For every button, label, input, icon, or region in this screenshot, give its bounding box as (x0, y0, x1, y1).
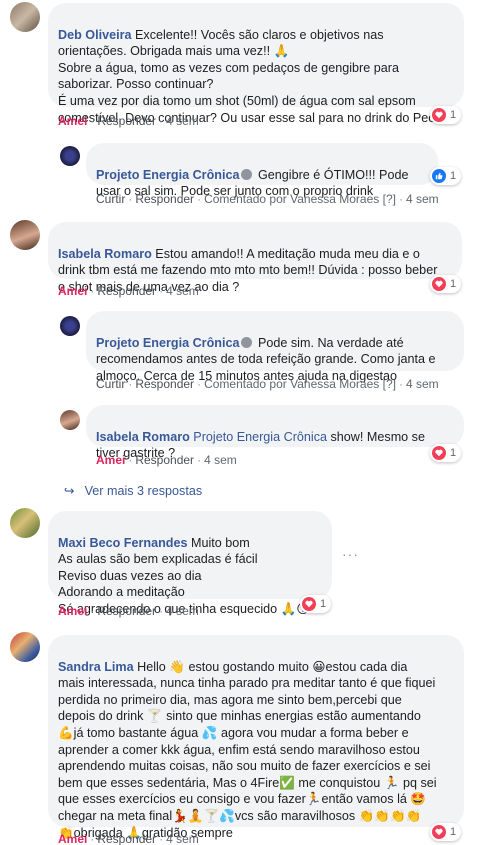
avatar[interactable] (60, 316, 80, 336)
reply-arrow-icon: ↪ (64, 484, 75, 498)
timestamp[interactable]: 4 sem (166, 832, 199, 845)
reaction-count[interactable]: 1 (430, 275, 462, 293)
reply-button[interactable]: Responder (97, 604, 156, 618)
comment-author[interactable]: Isabela Romaro (96, 430, 190, 444)
timestamp[interactable]: 4 sem (406, 192, 439, 206)
avatar[interactable] (10, 2, 40, 32)
avatar[interactable] (60, 146, 80, 166)
like-button[interactable]: Curtir (96, 377, 125, 391)
reaction-count[interactable]: 1 (430, 167, 462, 185)
reply-button[interactable]: Responder (97, 284, 156, 298)
reply-button[interactable]: Responder (97, 114, 156, 128)
reaction-count[interactable]: 1 (430, 444, 462, 462)
comment-bubble: Maxi Beco Fernandes Muito bom As aulas s… (48, 511, 332, 616)
reaction-count[interactable]: 1 (430, 823, 462, 841)
timestamp[interactable]: 4 sem (166, 114, 199, 128)
comment-author[interactable]: Sandra Lima (58, 660, 134, 674)
comment-author[interactable]: Maxi Beco Fernandes (58, 536, 187, 550)
verified-icon (241, 168, 253, 180)
comment-bubble: Isabela Romaro Projeto Energia Crônica s… (86, 405, 464, 460)
comment-bubble: Projeto Energia Crônica Gengibre é ÓTIMO… (86, 143, 438, 198)
avatar[interactable] (10, 632, 40, 662)
love-reaction-button[interactable]: Amei (58, 832, 87, 845)
comment-actions: Curtir · Responder · Comentado por Vanessa M… (96, 377, 439, 391)
like-button[interactable]: Curtir (96, 192, 125, 206)
comment-actions: Curtir · Responder · Comentado por Vanessa M… (96, 192, 439, 206)
love-reaction-button[interactable]: Amei (96, 453, 125, 467)
mention-link[interactable]: Projeto Energia Crônica (190, 430, 327, 444)
love-reaction-button[interactable]: Amei (58, 604, 87, 618)
commented-by[interactable]: Comentado por Vanessa Moraes [?] (204, 377, 396, 391)
love-reaction-button[interactable]: Amei (58, 284, 87, 298)
timestamp[interactable]: 4 sem (166, 604, 199, 618)
comment-bubble: Isabela Romaro Estou amando!! A meditaçã… (48, 222, 462, 294)
heart-icon (432, 277, 446, 291)
comment-actions: Amei · Responder · 4 sem (58, 114, 199, 128)
heart-icon (302, 597, 316, 611)
comment-author[interactable]: Isabela Romaro (58, 247, 152, 261)
comment-bubble: Projeto Energia Crônica Pode sim. Na ver… (86, 311, 464, 383)
comment-author[interactable]: Deb Oliveira (58, 28, 132, 42)
heart-icon (432, 825, 446, 839)
reply-button[interactable]: Responder (135, 192, 194, 206)
comment-actions: Amei · Responder · 4 sem (96, 453, 237, 467)
reply-button[interactable]: Responder (97, 832, 156, 845)
verified-icon (241, 336, 253, 348)
timestamp[interactable]: 4 sem (406, 377, 439, 391)
comment-text: Excelente!! Vocês são claros e objetivos… (58, 27, 442, 125)
comment-author[interactable]: Projeto Energia Crônica (96, 168, 239, 182)
avatar[interactable] (10, 220, 40, 250)
commented-by[interactable]: Comentado por Vanessa Moraes [?] (204, 192, 396, 206)
comment-actions: Amei · Responder · 4 sem (58, 284, 199, 298)
heart-icon (432, 446, 446, 460)
comment-bubble: Deb Oliveira Excelente!! Vocês são claro… (48, 3, 464, 125)
reply-button[interactable]: Responder (135, 377, 194, 391)
like-icon (432, 169, 446, 183)
timestamp[interactable]: 4 sem (204, 453, 237, 467)
comment-actions: Amei · Responder · 4 sem (58, 604, 199, 618)
comment-bubble: Sandra Lima Hello 👋 estou gostando muito… (48, 635, 464, 840)
view-more-replies-link[interactable]: ↪ Ver mais 3 respostas (64, 483, 202, 498)
avatar[interactable] (60, 410, 80, 430)
comment-author[interactable]: Projeto Energia Crônica (96, 336, 239, 350)
love-reaction-button[interactable]: Amei (58, 114, 87, 128)
timestamp[interactable]: 4 sem (166, 284, 199, 298)
heart-icon (432, 108, 446, 122)
comment-actions: Amei · Responder · 4 sem (58, 832, 199, 845)
reply-button[interactable]: Responder (135, 453, 194, 467)
reaction-count[interactable]: 1 (300, 595, 332, 613)
avatar[interactable] (10, 508, 40, 538)
comment-text: Hello 👋 estou gostando muito 😀estou cada… (58, 659, 437, 840)
reaction-count[interactable]: 1 (430, 106, 462, 124)
more-options-icon[interactable]: ··· (342, 546, 359, 562)
